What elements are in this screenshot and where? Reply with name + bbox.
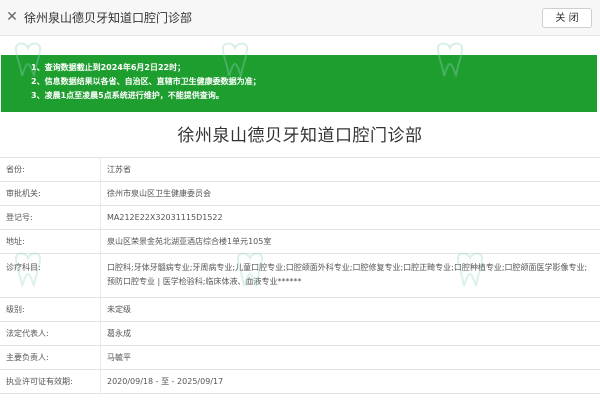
row-value: 徐州市泉山区卫生健康委员会 — [107, 189, 211, 198]
row-divider — [100, 158, 101, 181]
row-value: 葛永成 — [107, 329, 131, 338]
row-level: 级别: 未定级 — [0, 298, 600, 322]
row-label: 主要负责人: — [6, 353, 49, 362]
row-divider — [100, 182, 101, 205]
row-divider — [100, 322, 101, 345]
row-value: 2020/09/18 - 至 - 2025/09/17 — [107, 377, 224, 386]
row-value: 口腔科;牙体牙髓病专业;牙周病专业;儿童口腔专业;口腔颌面外科专业;口腔修复专业… — [107, 263, 588, 286]
row-address: 地址: 泉山区荣景金苑北湖亚酒店综合楼1单元105室 — [0, 230, 600, 254]
row-principal: 主要负责人: 马毓平 — [0, 346, 600, 370]
row-label: 登记号: — [6, 213, 33, 222]
row-license-validity: 执业许可证有效期: 2020/09/18 - 至 - 2025/09/17 — [0, 370, 600, 394]
row-value: 江苏省 — [107, 165, 131, 174]
page-title: 徐州泉山德贝牙知道口腔门诊部 — [24, 11, 193, 25]
close-icon[interactable]: ✕ — [4, 9, 20, 25]
row-value: 未定级 — [107, 305, 131, 314]
row-divider — [100, 230, 101, 253]
row-label: 省份: — [6, 165, 25, 174]
top-bar: ✕ 徐州泉山德贝牙知道口腔门诊部 关 闭 — [0, 0, 600, 36]
close-button[interactable]: 关 闭 — [542, 8, 592, 28]
institution-title: 徐州泉山德贝牙知道口腔门诊部 — [177, 126, 423, 146]
notice-line-1: 1、查询数据截止到2024年6月2日22时； — [31, 63, 186, 72]
row-divider — [100, 298, 101, 321]
row-label: 法定代表人: — [6, 329, 49, 338]
notice-line-2: 2、信息数据结果以各省、自治区、直辖市卫生健康委数据为准； — [31, 77, 261, 86]
row-province: 省份: 江苏省 — [0, 158, 600, 182]
row-divider — [100, 346, 101, 369]
row-value: 马毓平 — [107, 353, 131, 362]
row-label: 地址: — [6, 237, 25, 246]
row-label: 级别: — [6, 305, 25, 314]
notice-line-3: 3、凌晨1点至凌晨5点系统进行维护，不能提供查询。 — [31, 91, 224, 100]
row-value: 泉山区荣景金苑北湖亚酒店综合楼1单元105室 — [107, 237, 272, 246]
row-approval-authority: 审批机关: 徐州市泉山区卫生健康委员会 — [0, 182, 600, 206]
row-divider — [100, 206, 101, 229]
row-registration-number: 登记号: MA212E22X32031115D1522 — [0, 206, 600, 230]
row-legal-representative: 法定代表人: 葛永成 — [0, 322, 600, 346]
row-divider — [100, 370, 101, 393]
notice-banner: 1、查询数据截止到2024年6月2日22时； 2、信息数据结果以各省、自治区、直… — [1, 55, 597, 112]
row-label: 审批机关: — [6, 189, 41, 198]
row-departments: 诊疗科目: 口腔科;牙体牙髓病专业;牙周病专业;儿童口腔专业;口腔颌面外科专业;… — [0, 254, 600, 298]
row-divider — [100, 254, 101, 297]
info-table: 省份: 江苏省 审批机关: 徐州市泉山区卫生健康委员会 登记号: MA212E2… — [0, 157, 600, 394]
row-value: MA212E22X32031115D1522 — [107, 213, 223, 222]
row-label: 诊疗科目: — [6, 263, 41, 272]
row-label: 执业许可证有效期: — [6, 377, 73, 386]
